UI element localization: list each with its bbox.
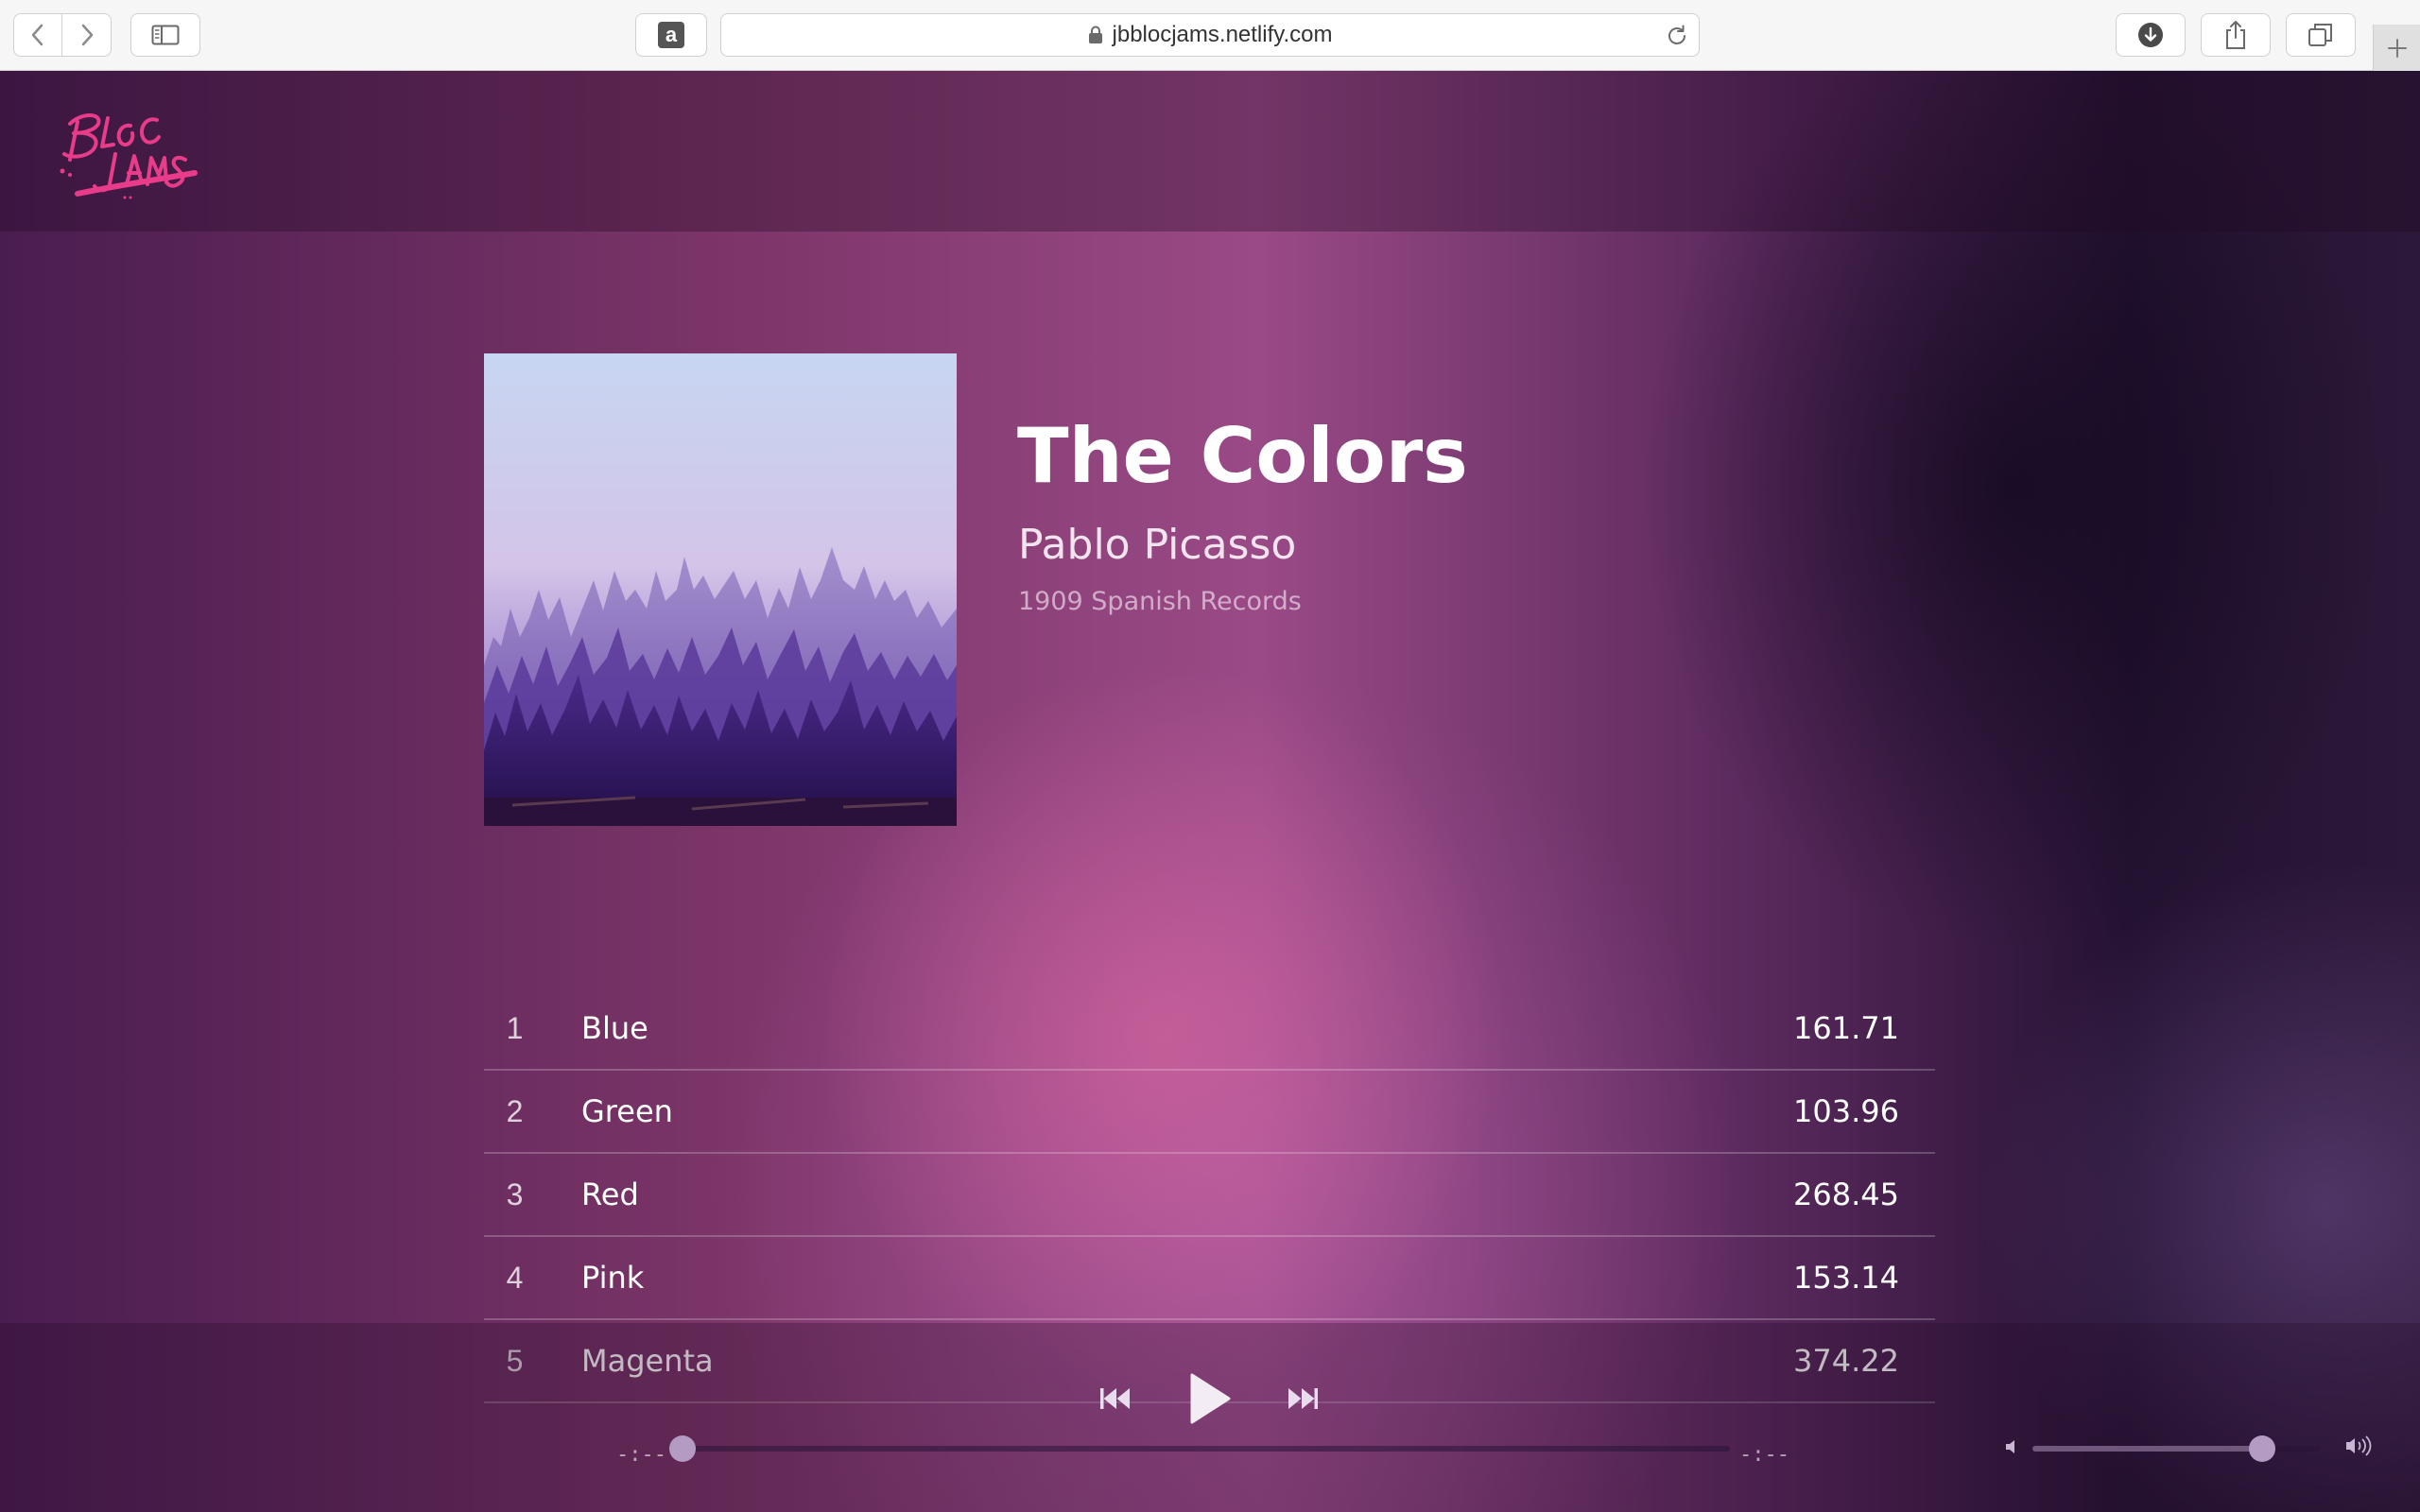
total-time: -:--: [1739, 1443, 1789, 1467]
amazon-extension-button[interactable]: a: [635, 13, 707, 57]
play-button[interactable]: [1182, 1366, 1238, 1432]
song-row[interactable]: 3 Red 268.45: [484, 1154, 1935, 1237]
share-icon: [2226, 21, 2245, 49]
album-title: The Colors: [1017, 412, 1468, 500]
new-tab-button[interactable]: [2373, 25, 2420, 71]
album-artist: Pablo Picasso: [1018, 521, 1297, 569]
sidebar-icon: [151, 25, 180, 45]
volume-slider-thumb[interactable]: [2249, 1435, 2276, 1462]
forward-button[interactable]: [62, 13, 112, 57]
song-duration: 161.71: [1793, 1010, 1899, 1046]
song-row[interactable]: 4 Pink 153.14: [484, 1237, 1935, 1320]
song-number[interactable]: 2: [484, 1094, 545, 1129]
previous-button[interactable]: [1097, 1380, 1134, 1418]
song-number[interactable]: 4: [484, 1261, 545, 1296]
amazon-icon: a: [658, 22, 684, 48]
browser-toolbar: a jbblocjams.netlify.com: [0, 0, 2420, 71]
album-cover-art: [484, 353, 957, 826]
album-release-info: 1909 Spanish Records: [1018, 587, 1302, 616]
url-text: jbblocjams.netlify.com: [1112, 22, 1333, 47]
volume-high-icon: [2344, 1435, 2373, 1461]
volume-slider[interactable]: [2032, 1435, 2320, 1462]
plus-icon: [2387, 38, 2407, 58]
site-header: [0, 71, 2420, 232]
share-button[interactable]: [2201, 13, 2271, 57]
next-button[interactable]: [1284, 1380, 1322, 1418]
song-row[interactable]: 1 Blue 161.71: [484, 988, 1935, 1071]
song-duration: 268.45: [1793, 1177, 1899, 1212]
reload-icon[interactable]: [1665, 24, 1689, 55]
album-page: The Colors Pablo Picasso 1909 Spanish Re…: [0, 71, 2420, 1512]
address-bar[interactable]: jbblocjams.netlify.com: [720, 13, 1700, 57]
seek-bar-thumb[interactable]: [669, 1435, 696, 1462]
volume-slider-fill: [2032, 1446, 2263, 1452]
song-row[interactable]: 2 Green 103.96: [484, 1071, 1935, 1154]
song-duration: 103.96: [1793, 1093, 1899, 1129]
volume-low-icon: [2004, 1437, 2023, 1460]
download-icon: [2138, 23, 2163, 47]
skip-previous-icon: [1100, 1388, 1130, 1409]
play-icon: [1190, 1373, 1231, 1424]
song-duration: 153.14: [1793, 1260, 1899, 1296]
chevron-right-icon: [81, 24, 93, 46]
song-title: Red: [581, 1177, 639, 1212]
lock-icon: [1088, 26, 1103, 44]
skip-next-icon: [1288, 1388, 1318, 1409]
song-number[interactable]: 1: [484, 1011, 545, 1046]
bloc-jams-logo[interactable]: [57, 99, 199, 203]
downloads-button[interactable]: [2116, 13, 2186, 57]
seek-bar[interactable]: [669, 1435, 1730, 1462]
current-time: -:--: [616, 1443, 666, 1467]
tabs-icon: [2308, 24, 2332, 46]
song-title: Pink: [581, 1260, 645, 1296]
song-number[interactable]: 3: [484, 1177, 545, 1212]
song-title: Blue: [581, 1010, 648, 1046]
back-button[interactable]: [13, 13, 62, 57]
player-bar: -:-- -:--: [0, 1323, 2420, 1512]
song-title: Green: [581, 1093, 673, 1129]
sidebar-toggle-button[interactable]: [130, 13, 200, 57]
chevron-left-icon: [31, 24, 43, 46]
show-tabs-button[interactable]: [2286, 13, 2356, 57]
